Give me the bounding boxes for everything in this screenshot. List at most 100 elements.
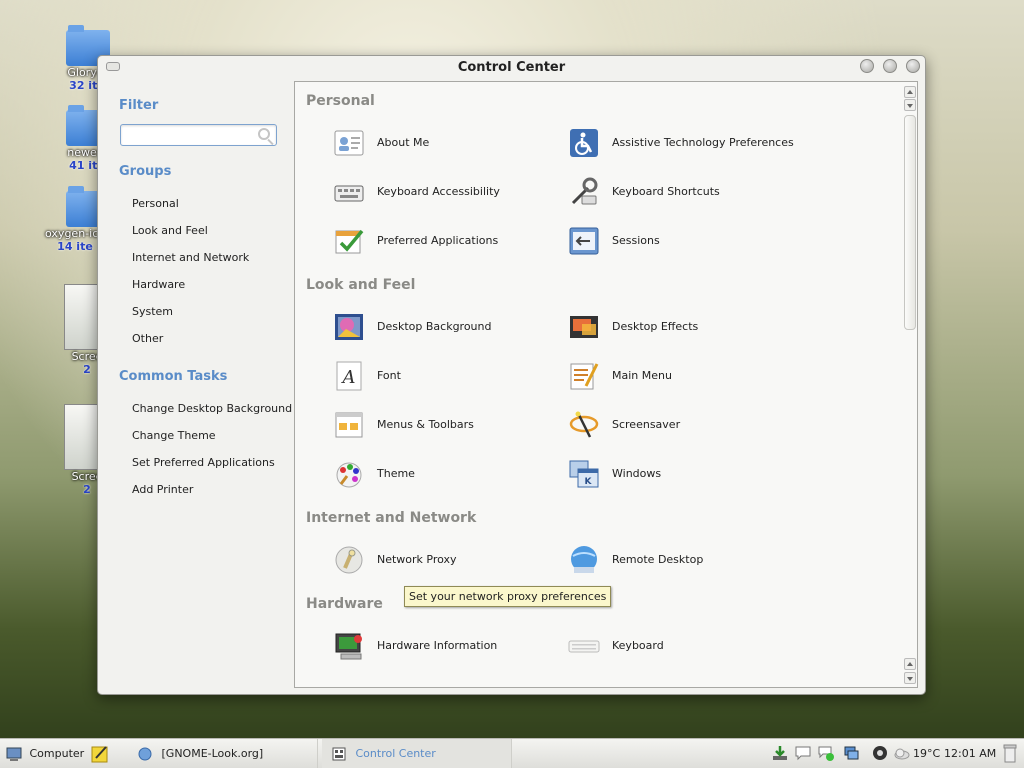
search-input[interactable] [121, 125, 251, 145]
item-label: Assistive Technology Preferences [612, 136, 794, 149]
item-label: Keyboard [612, 639, 664, 652]
notes-icon [91, 746, 108, 763]
task-change-desktop-background[interactable]: Change Desktop Background [132, 402, 292, 415]
task-gnome-look[interactable]: [GNOME-Look.org] [128, 739, 318, 768]
window-menu-button[interactable] [106, 62, 120, 71]
item-label: Main Menu [612, 369, 672, 382]
preferred-applications-icon [335, 229, 364, 254]
item-assistive-technology[interactable]: Assistive Technology Preferences [568, 125, 798, 161]
item-main-menu[interactable]: Main Menu [568, 358, 798, 394]
group-internet-and-network[interactable]: Internet and Network [132, 251, 249, 264]
scroll-up-arrow-icon[interactable] [904, 658, 916, 670]
keyboard-shortcuts-icon [571, 177, 598, 205]
svg-text:A: A [341, 367, 356, 388]
close-button[interactable] [906, 59, 920, 73]
group-look-and-feel[interactable]: Look and Feel [132, 224, 208, 237]
download-icon[interactable] [772, 745, 788, 761]
keyboard-icon [568, 640, 600, 653]
common-tasks-heading: Common Tasks [119, 369, 228, 384]
item-hardware-information[interactable]: Hardware Information [333, 628, 563, 664]
item-preferred-applications[interactable]: Preferred Applications [333, 223, 563, 259]
task-control-center[interactable]: Control Center [322, 739, 512, 768]
item-screensaver[interactable]: Screensaver [568, 407, 798, 443]
item-label: Windows [612, 467, 662, 480]
computer-icon [6, 747, 22, 761]
desktop-background-icon [335, 314, 363, 340]
item-font[interactable]: A Font [333, 358, 563, 394]
sidebar: Filter Groups Personal Look and Feel Int… [98, 80, 293, 692]
item-label: Remote Desktop [612, 553, 704, 566]
item-menus-toolbars[interactable]: Menus & Toolbars [333, 407, 563, 443]
scroll-up-arrow-icon[interactable] [904, 86, 916, 98]
screenshot-thumbnail-icon [64, 284, 100, 350]
theme-icon [336, 462, 362, 488]
search-icon[interactable] [258, 128, 270, 140]
screenshot-thumbnail-icon [64, 404, 100, 470]
item-label: Network Proxy [377, 553, 457, 566]
section-personal-heading: Personal [306, 93, 375, 109]
windows-icon: K [569, 460, 599, 488]
section-look-and-feel-heading: Look and Feel [306, 277, 416, 293]
item-label: Desktop Effects [612, 320, 699, 333]
clock[interactable]: 12:01 AM [944, 739, 996, 768]
group-other[interactable]: Other [132, 332, 163, 345]
filter-heading: Filter [119, 98, 159, 113]
section-internet-heading: Internet and Network [306, 510, 477, 526]
item-desktop-effects[interactable]: Desktop Effects [568, 309, 798, 345]
task-change-theme[interactable]: Change Theme [132, 429, 216, 442]
minimize-button[interactable] [860, 59, 874, 73]
chat-icon[interactable] [795, 745, 811, 761]
item-label: Keyboard Shortcuts [612, 185, 720, 198]
item-sessions[interactable]: Sessions [568, 223, 798, 259]
maximize-button[interactable] [883, 59, 897, 73]
groups-heading: Groups [119, 164, 172, 179]
group-hardware[interactable]: Hardware [132, 278, 185, 291]
scroll-down-arrow-icon[interactable] [904, 99, 916, 111]
item-theme[interactable]: Theme [333, 456, 563, 492]
item-keyboard-shortcuts[interactable]: Keyboard Shortcuts [568, 174, 798, 210]
item-label: Desktop Background [377, 320, 492, 333]
item-desktop-background[interactable]: Desktop Background [333, 309, 563, 345]
globe-icon [138, 747, 152, 761]
about-me-icon [334, 130, 364, 156]
scroll-down-arrow-icon[interactable] [904, 672, 916, 684]
item-keyboard[interactable]: Keyboard [568, 628, 798, 664]
search-field[interactable] [120, 124, 277, 146]
group-system[interactable]: System [132, 305, 173, 318]
item-label: Font [377, 369, 401, 382]
weather-icon[interactable] [894, 745, 910, 761]
network-proxy-icon [335, 546, 363, 574]
group-personal[interactable]: Personal [132, 197, 179, 210]
item-label: Hardware Information [377, 639, 498, 652]
item-label: Keyboard Accessibility [377, 185, 500, 198]
item-about-me[interactable]: About Me [333, 125, 563, 161]
temperature[interactable]: 19°C [913, 739, 940, 768]
network-icon[interactable] [843, 745, 859, 761]
taskbar: Computer [GNOME-Look.org] Control Center… [0, 738, 1024, 768]
item-network-proxy[interactable]: Network Proxy [333, 542, 563, 578]
scrollbar-thumb[interactable] [904, 115, 916, 330]
window-title: Control Center [457, 60, 566, 75]
network-proxy-tooltip: Set your network proxy preferences [404, 586, 612, 607]
remote-desktop-icon [571, 546, 597, 573]
item-label: Theme [377, 467, 415, 480]
notes-launcher[interactable] [90, 739, 110, 768]
font-icon: A [336, 361, 362, 391]
task-set-preferred-applications[interactable]: Set Preferred Applications [132, 456, 275, 469]
main-menu-icon [570, 363, 599, 390]
volume-icon[interactable] [872, 745, 888, 761]
messaging-status-icon[interactable] [818, 745, 834, 761]
vertical-scrollbar[interactable] [902, 82, 918, 688]
titlebar[interactable]: Control Center [98, 56, 925, 80]
trash-icon[interactable] [1002, 743, 1018, 763]
item-label: About Me [377, 136, 430, 149]
item-windows[interactable]: K Windows [568, 456, 798, 492]
hardware-information-icon [335, 633, 362, 660]
item-label: Sessions [612, 234, 660, 247]
item-remote-desktop[interactable]: Remote Desktop [568, 542, 798, 578]
task-label: [GNOME-Look.org] [161, 747, 264, 760]
section-hardware-heading: Hardware [306, 596, 383, 612]
computer-menu-button[interactable]: Computer [6, 739, 84, 768]
item-keyboard-accessibility[interactable]: Keyboard Accessibility [333, 174, 563, 210]
task-add-printer[interactable]: Add Printer [132, 483, 193, 496]
